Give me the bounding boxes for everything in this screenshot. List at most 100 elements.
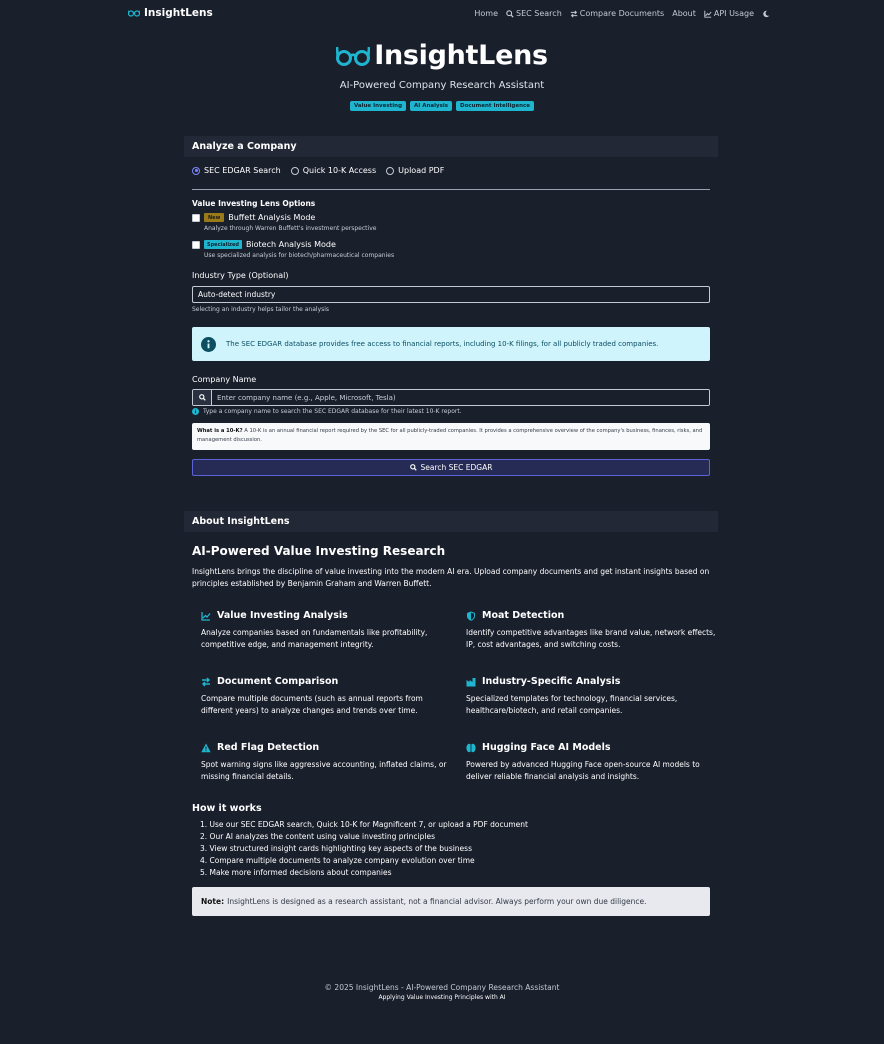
top-navbar: InsightLens Home SEC Search Compare Docu…	[0, 0, 884, 28]
search-icon	[409, 464, 417, 471]
new-tag: New	[204, 213, 225, 222]
nav-link-home-label: Home	[474, 9, 499, 18]
industry-select[interactable]: Auto-detect industry	[192, 286, 710, 303]
hero-badges: Value Investing AI Analysis Document Int…	[0, 101, 884, 111]
glasses-icon	[128, 10, 140, 17]
note-text: InsightLens is designed as a research as…	[227, 897, 647, 906]
nav-link-home[interactable]: Home	[474, 9, 498, 18]
list-item: 2. Our AI analyzes the content using val…	[200, 832, 435, 841]
company-input-hint: Type a company name to search the SEC ED…	[192, 408, 462, 415]
footer-tagline: Applying Value Investing Principles with…	[378, 994, 506, 1001]
search-icon	[506, 9, 514, 18]
nav-links: Home SEC Search Compare Documents About …	[474, 9, 770, 18]
warning-icon	[201, 743, 211, 752]
brain-icon	[466, 743, 476, 752]
industry-hint: Selecting an industry helps tailor the a…	[192, 306, 330, 313]
what-is-10k-text: A 10-K is an annual financial report req…	[197, 428, 703, 443]
badge-ai-analysis: AI Analysis	[410, 101, 453, 111]
list-item: 1. Use our SEC EDGAR search, Quick 10-K …	[200, 820, 528, 829]
list-item: 5. Make more informed decisions about co…	[200, 868, 392, 877]
specialized-tag: Specialized	[204, 240, 242, 249]
feature-text: Powered by advanced Hugging Face open-so…	[466, 760, 700, 781]
info-circle-icon	[201, 336, 216, 352]
feature-value-investing: Value Investing Analysis Analyze compani…	[201, 610, 451, 651]
buffett-mode-label: Buffett Analysis Mode	[228, 213, 316, 222]
nav-link-about-label: About	[672, 9, 696, 18]
chart-line-icon	[704, 10, 712, 18]
feature-title: Red Flag Detection	[217, 742, 320, 753]
company-name-label: Company Name	[192, 375, 257, 384]
brand-link[interactable]: InsightLens	[128, 7, 213, 19]
radio-indicator[interactable]	[290, 166, 299, 175]
buffett-mode-hint: Analyze through Warren Buffett's investm…	[204, 225, 377, 232]
biotech-mode-label: Biotech Analysis Mode	[245, 240, 336, 249]
nav-link-about[interactable]: About	[672, 9, 696, 18]
company-name-input[interactable]	[212, 390, 709, 405]
nav-link-api-usage-label: API Usage	[713, 9, 754, 18]
hero-title: InsightLens	[0, 40, 884, 71]
badge-document-intelligence: Document Intelligence	[456, 101, 535, 111]
feature-hugging-face: Hugging Face AI Models Powered by advanc…	[466, 742, 716, 783]
feature-text: Spot warning signs like aggressive accou…	[201, 760, 447, 781]
radio-indicator[interactable]	[386, 166, 395, 175]
biotech-mode-checkbox[interactable]	[192, 240, 200, 249]
info-circle-icon	[192, 408, 199, 415]
industry-type-label: Industry Type (Optional)	[192, 271, 289, 280]
what-is-10k-box: What is a 10-K? A 10-K is an annual fina…	[192, 423, 710, 450]
how-it-works-list: 1. Use our SEC EDGAR search, Quick 10-K …	[200, 819, 528, 879]
about-title: AI-Powered Value Investing Research	[192, 544, 446, 558]
search-addon	[193, 390, 212, 405]
company-input-hint-text: Type a company name to search the SEC ED…	[203, 408, 462, 415]
nav-link-api-usage[interactable]: API Usage	[704, 9, 754, 18]
radio-upload-pdf[interactable]: Upload PDF	[386, 166, 444, 175]
source-radio-group: SEC EDGAR Search Quick 10-K Access Uploa…	[192, 166, 444, 175]
theme-toggle[interactable]	[762, 10, 770, 18]
biotech-mode-checkbox-row[interactable]: Specialized Biotech Analysis Mode	[192, 240, 336, 249]
glasses-icon	[336, 46, 371, 66]
feature-text: Analyze companies based on fundamentals …	[201, 628, 428, 649]
brand-name: InsightLens	[144, 7, 213, 19]
how-it-works-title: How it works	[192, 803, 262, 814]
feature-text: Compare multiple documents (such as annu…	[201, 694, 423, 715]
biotech-mode-hint: Use specialized analysis for biotech/pha…	[204, 252, 395, 259]
company-search-group	[192, 389, 710, 406]
badge-value-investing: Value Investing	[349, 101, 406, 111]
note-label: Note:	[201, 897, 225, 906]
search-sec-edgar-button[interactable]: Search SEC EDGAR	[192, 459, 710, 476]
radio-label: Quick 10-K Access	[302, 166, 377, 175]
chart-line-icon	[201, 611, 211, 621]
radio-label: SEC EDGAR Search	[204, 166, 281, 175]
feature-text: Specialized templates for technology, fi…	[466, 694, 678, 715]
feature-title: Moat Detection	[482, 610, 565, 621]
feature-text: Identify competitive advantages like bra…	[466, 628, 716, 649]
feature-moat-detection: Moat Detection Identify competitive adva…	[466, 610, 716, 651]
feature-document-comparison: Document Comparison Compare multiple doc…	[201, 676, 451, 717]
radio-label: Upload PDF	[398, 166, 445, 175]
radio-indicator[interactable]	[192, 166, 200, 175]
sec-info-alert: The SEC EDGAR database provides free acc…	[192, 327, 710, 361]
disclaimer-note: Note: InsightLens is designed as a resea…	[192, 887, 710, 916]
what-is-10k-title: What is a 10-K?	[197, 428, 243, 434]
shield-icon	[467, 611, 475, 621]
radio-quick-10k[interactable]: Quick 10-K Access	[290, 166, 377, 175]
lens-options-title: Value Investing Lens Options	[192, 199, 316, 208]
radio-sec-edgar[interactable]: SEC EDGAR Search	[192, 166, 281, 175]
feature-industry-specific: Industry-Specific Analysis Specialized t…	[466, 676, 716, 717]
exchange-icon	[202, 677, 210, 686]
feature-red-flag: Red Flag Detection Spot warning signs li…	[201, 742, 451, 783]
list-item: 4. Compare multiple documents to analyze…	[200, 856, 475, 865]
buffett-mode-checkbox[interactable]	[192, 213, 200, 222]
hero-subtitle: AI-Powered Company Research Assistant	[339, 80, 545, 91]
buffett-mode-checkbox-row[interactable]: New Buffett Analysis Mode	[192, 213, 315, 222]
feature-title: Document Comparison	[217, 676, 339, 687]
nav-link-compare[interactable]: Compare Documents	[570, 9, 664, 18]
about-card-header: About InsightLens	[184, 511, 718, 532]
nav-link-sec-search[interactable]: SEC Search	[506, 9, 562, 18]
feature-title: Value Investing Analysis	[217, 610, 348, 621]
nav-link-sec-search-label: SEC Search	[516, 9, 562, 18]
footer-copyright: © 2025 InsightLens - AI-Powered Company …	[324, 983, 560, 992]
feature-title: Industry-Specific Analysis	[482, 676, 621, 687]
feature-title: Hugging Face AI Models	[482, 742, 611, 753]
divider	[192, 189, 710, 190]
search-icon	[198, 394, 206, 401]
